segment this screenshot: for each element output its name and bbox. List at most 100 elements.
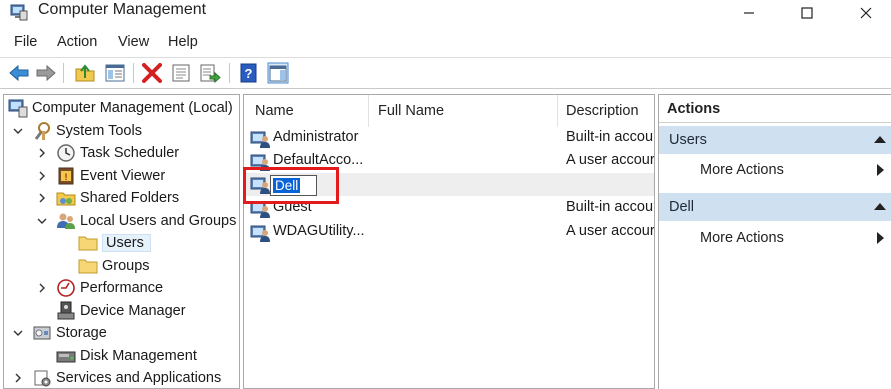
actions-section-users[interactable]: Users: [659, 126, 891, 154]
maximize-icon: [801, 7, 813, 19]
chevron-right-icon[interactable]: [36, 170, 48, 182]
column-header-name[interactable]: Name: [255, 95, 294, 127]
tree-label: Users: [102, 234, 151, 252]
close-icon: [860, 7, 872, 19]
tree-item-performance[interactable]: Performance: [56, 277, 163, 299]
action-label: More Actions: [700, 230, 784, 246]
tree-item-event-viewer[interactable]: ! Event Viewer: [56, 165, 165, 187]
cell-description: A user accour: [566, 152, 654, 168]
export-list-icon[interactable]: [199, 62, 221, 84]
tree-label: Event Viewer: [80, 168, 166, 184]
tree-root[interactable]: Computer Management (Local): [8, 97, 233, 119]
tree-item-task-scheduler[interactable]: Task Scheduler: [56, 142, 179, 164]
tree-label: Services and Applications: [56, 370, 222, 386]
tree-item-shared-folders[interactable]: Shared Folders: [56, 187, 179, 209]
tree-item-local-users-groups[interactable]: Local Users and Groups: [56, 210, 236, 232]
column-divider[interactable]: [557, 95, 558, 127]
toolbar: ?: [0, 57, 891, 89]
cell-description: A user accour: [566, 223, 654, 239]
more-actions-dell[interactable]: More Actions: [659, 225, 891, 251]
help-icon[interactable]: ?: [238, 62, 260, 84]
cell-name: WDAGUtility...: [273, 223, 365, 239]
menu-view[interactable]: View: [118, 34, 149, 50]
table-row[interactable]: WDAGUtility... A user accour: [244, 221, 654, 244]
computer-management-icon: [10, 4, 28, 21]
section-label: Dell: [669, 199, 694, 215]
folder-icon: [78, 259, 98, 274]
chevron-right-icon[interactable]: [12, 372, 24, 384]
actions-section-dell[interactable]: Dell: [659, 193, 891, 221]
tree-label: Disk Management: [80, 348, 197, 364]
collapse-up-icon[interactable]: [874, 136, 886, 143]
console-tree: Computer Management (Local) System Tools…: [3, 94, 240, 389]
chevron-right-icon[interactable]: [36, 192, 48, 204]
tree-label: Shared Folders: [80, 190, 180, 206]
minimize-button[interactable]: [726, 0, 772, 26]
window-title: Computer Management: [38, 1, 207, 18]
cell-name: DefaultAcco...: [273, 152, 364, 168]
column-header-full-name[interactable]: Full Name: [378, 95, 444, 127]
shared-folder-icon: [56, 192, 76, 206]
users-groups-icon: [57, 213, 75, 229]
toolbar-separator: [133, 63, 134, 83]
svg-text:?: ?: [245, 66, 253, 81]
tree-label: Groups: [102, 258, 150, 274]
table-row[interactable]: Administrator Built-in accou: [244, 127, 654, 150]
tree-label: Computer Management (Local): [32, 100, 233, 116]
submenu-arrow-icon: [877, 164, 884, 176]
tree-item-groups[interactable]: Groups: [78, 255, 150, 277]
tree-item-device-manager[interactable]: Device Manager: [56, 300, 186, 322]
properties-icon[interactable]: [170, 62, 192, 84]
delete-icon[interactable]: [141, 62, 163, 84]
chevron-right-icon[interactable]: [36, 282, 48, 294]
tree-item-users[interactable]: Users: [78, 232, 151, 254]
tree-item-disk-management[interactable]: Disk Management: [56, 345, 197, 367]
performance-icon: [57, 279, 75, 297]
back-icon[interactable]: [8, 62, 30, 84]
menu-file[interactable]: File: [14, 34, 37, 50]
tree-item-storage[interactable]: Storage: [32, 322, 107, 344]
tree-item-services-applications[interactable]: Services and Applications: [32, 367, 222, 388]
chevron-down-icon[interactable]: [12, 327, 24, 339]
close-button[interactable]: [843, 0, 889, 26]
show-hide-action-pane-icon[interactable]: [267, 62, 289, 84]
services-applications-icon: [34, 370, 51, 387]
column-divider[interactable]: [368, 95, 369, 127]
maximize-button[interactable]: [784, 0, 830, 26]
show-hide-tree-icon[interactable]: [104, 62, 126, 84]
up-folder-icon[interactable]: [74, 62, 96, 84]
more-actions-users[interactable]: More Actions: [659, 157, 891, 183]
collapse-up-icon[interactable]: [874, 203, 886, 210]
cell-description: Built-in accou: [566, 199, 654, 215]
user-account-icon: [250, 225, 270, 242]
menu-bar: File Action View Help: [0, 31, 891, 55]
system-tools-icon: [34, 122, 50, 140]
tree-label: System Tools: [56, 123, 142, 139]
title-bar: Computer Management: [0, 0, 891, 28]
chevron-down-icon[interactable]: [36, 215, 48, 227]
folder-icon: [78, 236, 98, 251]
column-header-description[interactable]: Description: [566, 95, 639, 127]
users-list: Name Full Name Description Administrator…: [243, 94, 655, 389]
menu-action[interactable]: Action: [57, 34, 97, 50]
submenu-arrow-icon: [877, 232, 884, 244]
forward-icon[interactable]: [35, 62, 57, 84]
toolbar-separator: [63, 63, 64, 83]
tree-label: Device Manager: [80, 303, 186, 319]
chevron-down-icon[interactable]: [12, 125, 24, 137]
computer-management-icon: [8, 99, 28, 118]
svg-text:!: !: [65, 172, 68, 182]
user-account-icon: [250, 131, 270, 148]
action-label: More Actions: [700, 162, 784, 178]
highlight-box: [243, 167, 339, 204]
tree-label: Task Scheduler: [80, 145, 180, 161]
toolbar-separator: [229, 63, 230, 83]
cell-description: Built-in accou: [566, 129, 654, 145]
menu-help[interactable]: Help: [168, 34, 198, 50]
section-label: Users: [669, 132, 707, 148]
tree-item-system-tools[interactable]: System Tools: [32, 120, 142, 142]
storage-icon: [33, 326, 51, 340]
tree-label: Performance: [80, 280, 164, 296]
actions-pane: Actions Users More Actions Dell More Act…: [658, 94, 891, 389]
chevron-right-icon[interactable]: [36, 147, 48, 159]
